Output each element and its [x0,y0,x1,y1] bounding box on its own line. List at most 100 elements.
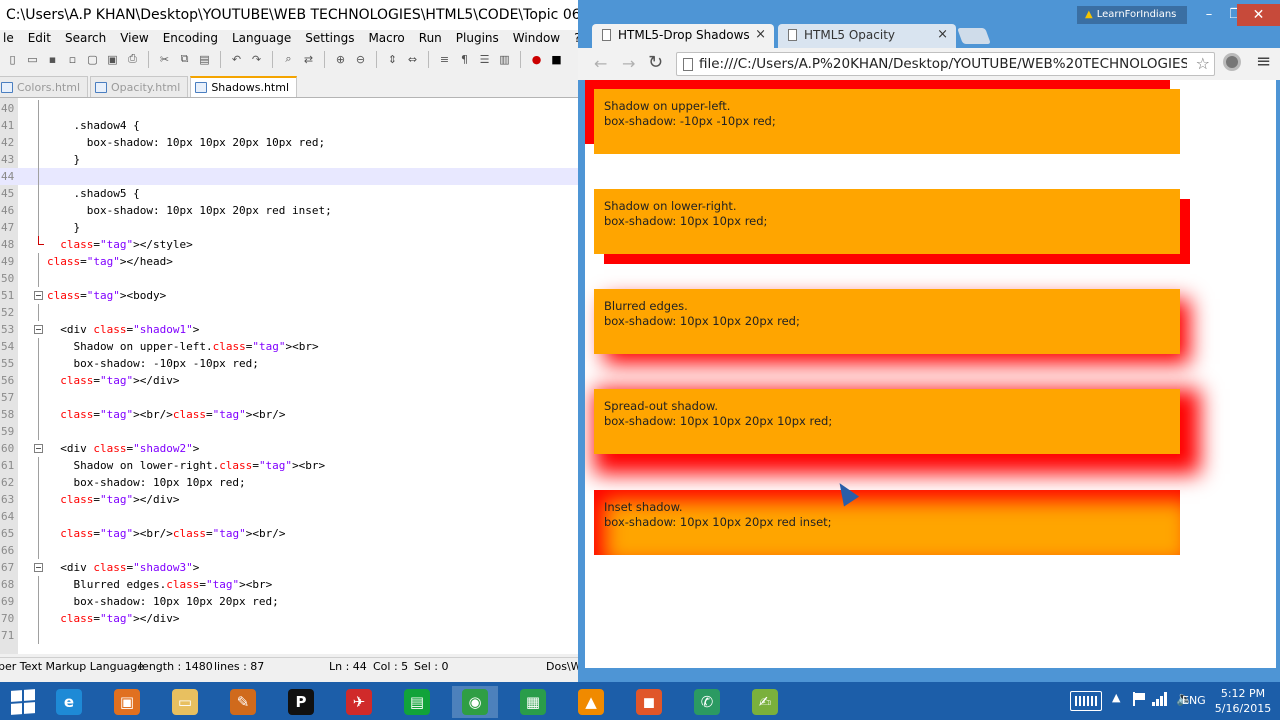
redo-icon[interactable]: ↷ [248,51,265,68]
zoom-in-icon[interactable]: ⊕ [332,51,349,68]
show-all-chars-icon[interactable]: ¶ [456,51,473,68]
taskbar-app-button[interactable]: ✆ [684,686,730,718]
code-line: 40 [0,100,585,117]
keyboard-icon[interactable] [1070,691,1102,711]
file-tab[interactable]: Shadows.html [190,76,297,97]
browser-tab-drop-shadows[interactable]: HTML5-Drop Shadows × [592,24,774,48]
close-file-icon[interactable]: ▢ [84,51,101,68]
shadow-box-upper-left: Shadow on upper-left. box-shadow: -10px … [594,89,1180,154]
file-tab[interactable]: Opacity.html [90,76,189,97]
notepadpp-statusbar: per Text Markup Language length : 1480 l… [0,657,585,675]
code-line: 62 box-shadow: 10px 10px red; [0,474,585,491]
start-button[interactable] [0,686,46,718]
vlc-icon: ▲ [578,689,604,715]
code-text: box-shadow: 10px 10px 20px 10px red; [47,136,326,149]
taskbar-app-button[interactable]: P [278,686,324,718]
close-window-button[interactable]: ✕ [1237,4,1280,26]
fold-toggle-icon[interactable] [34,563,43,572]
taskbar-app-button[interactable]: ◉ [452,686,498,718]
system-clock[interactable]: 5:12 PM 5/16/2015 [1212,686,1274,716]
forward-arrow-icon[interactable]: → [622,54,635,73]
new-file-icon[interactable]: ▯ [4,51,21,68]
shadow-box-code: box-shadow: 10px 10px 20px 10px red; [604,414,833,428]
toolbar-divider [520,50,521,68]
show-hidden-icons-icon[interactable]: ▲ [1112,691,1120,704]
browser-tab-opacity[interactable]: HTML5 Opacity × [778,24,956,48]
word-wrap-icon[interactable]: ≡ [436,51,453,68]
save-all-icon[interactable]: ▫ [64,51,81,68]
taskbar-app-button[interactable]: ◼ [626,686,672,718]
taskbar-app-button[interactable]: ▤ [394,686,440,718]
undo-icon[interactable]: ↶ [228,51,245,68]
media-center-icon: ▣ [114,689,140,715]
code-line: 67 <div class="shadow3"> [0,559,585,576]
file-tab[interactable]: Colors.html [0,76,89,97]
minimize-button[interactable]: – [1196,4,1222,26]
file-tab-icon [195,82,208,93]
address-bar[interactable]: file:///C:/Users/A.P%20KHAN/Desktop/YOUT… [676,52,1215,76]
taskbar-app-button[interactable]: ▦ [510,686,556,718]
chrome-menu-icon[interactable]: ≡ [1256,51,1271,72]
record-macro-icon[interactable]: ● [528,51,545,68]
close-tab-icon[interactable]: × [937,24,948,46]
taskbar-app-button[interactable]: ✍ [742,686,788,718]
shadow-box-inset: Inset shadow. box-shadow: 10px 10px 20px… [594,490,1180,555]
code-text: Shadow on lower-right.class="tag"><br> [47,459,326,472]
find-icon[interactable]: ⌕ [280,51,297,68]
zoom-out-icon[interactable]: ⊖ [352,51,369,68]
menu-item[interactable]: Encoding [156,30,225,47]
reload-icon[interactable]: ↻ [648,52,663,73]
status-lines: lines : 87 [214,660,265,673]
new-tab-button[interactable] [957,28,991,44]
taskbar-app-button[interactable]: ▭ [162,686,208,718]
save-icon[interactable]: ▪ [44,51,61,68]
shadow-box-code: box-shadow: -10px -10px red; [604,114,776,128]
fold-toggle-icon[interactable] [34,291,43,300]
line-number: 43 [1,153,15,166]
bookmark-star-icon[interactable]: ☆ [1196,54,1210,73]
menu-item[interactable]: Macro [361,30,411,47]
action-center-flag-icon[interactable] [1133,692,1145,706]
replace-icon[interactable]: ⇄ [300,51,317,68]
code-line: 41 .shadow4 { [0,117,585,134]
copy-icon[interactable]: ⧉ [176,51,193,68]
indent-guide-icon[interactable]: ☰ [476,51,493,68]
extension-icon[interactable] [1223,53,1241,71]
language-icon[interactable]: ▥ [496,51,513,68]
file-tab-label: Colors.html [17,80,81,94]
chrome-window: HTML5-Drop Shadows × HTML5 Opacity × ▲ Le… [578,0,1280,682]
line-number: 48 [1,238,15,251]
fold-toggle-icon[interactable] [34,325,43,334]
menu-item[interactable]: Run [412,30,449,47]
taskbar-app-button[interactable]: ▲ [568,686,614,718]
taskbar-app-button[interactable]: ▣ [104,686,150,718]
print-icon[interactable]: ⎙ [124,51,141,68]
open-file-icon[interactable]: ▭ [24,51,41,68]
paste-icon[interactable]: ▤ [196,51,213,68]
menu-item[interactable]: View [113,30,155,47]
close-tab-icon[interactable]: × [755,24,766,46]
stop-macro-icon[interactable]: ■ [548,51,565,68]
fold-toggle-icon[interactable] [34,444,43,453]
back-arrow-icon[interactable]: ← [594,54,607,73]
input-language[interactable]: ENG [1182,694,1206,707]
menu-item[interactable]: Edit [21,30,58,47]
line-number: 60 [1,442,15,455]
close-all-icon[interactable]: ▣ [104,51,121,68]
cut-icon[interactable]: ✂ [156,51,173,68]
taskbar-app-button[interactable]: ✈ [336,686,382,718]
sync-vertical-icon[interactable]: ⇕ [384,51,401,68]
network-signal-icon[interactable] [1152,692,1168,706]
menu-item[interactable]: le [0,30,21,47]
sync-horizontal-icon[interactable]: ⇔ [404,51,421,68]
menu-item[interactable]: Search [58,30,113,47]
menu-item[interactable]: Language [225,30,298,47]
menu-item[interactable]: Plugins [449,30,506,47]
profile-badge[interactable]: ▲ LearnForIndians [1077,6,1187,24]
code-text: box-shadow: 10px 10px red; [47,476,246,489]
taskbar-app-button[interactable]: e [46,686,92,718]
menu-item[interactable]: Settings [298,30,361,47]
taskbar-app-button[interactable]: ✎ [220,686,266,718]
code-editor[interactable]: 40 41 .shadow4 {42 box-shadow: 10px 10px … [0,98,585,654]
menu-item[interactable]: Window [506,30,567,47]
